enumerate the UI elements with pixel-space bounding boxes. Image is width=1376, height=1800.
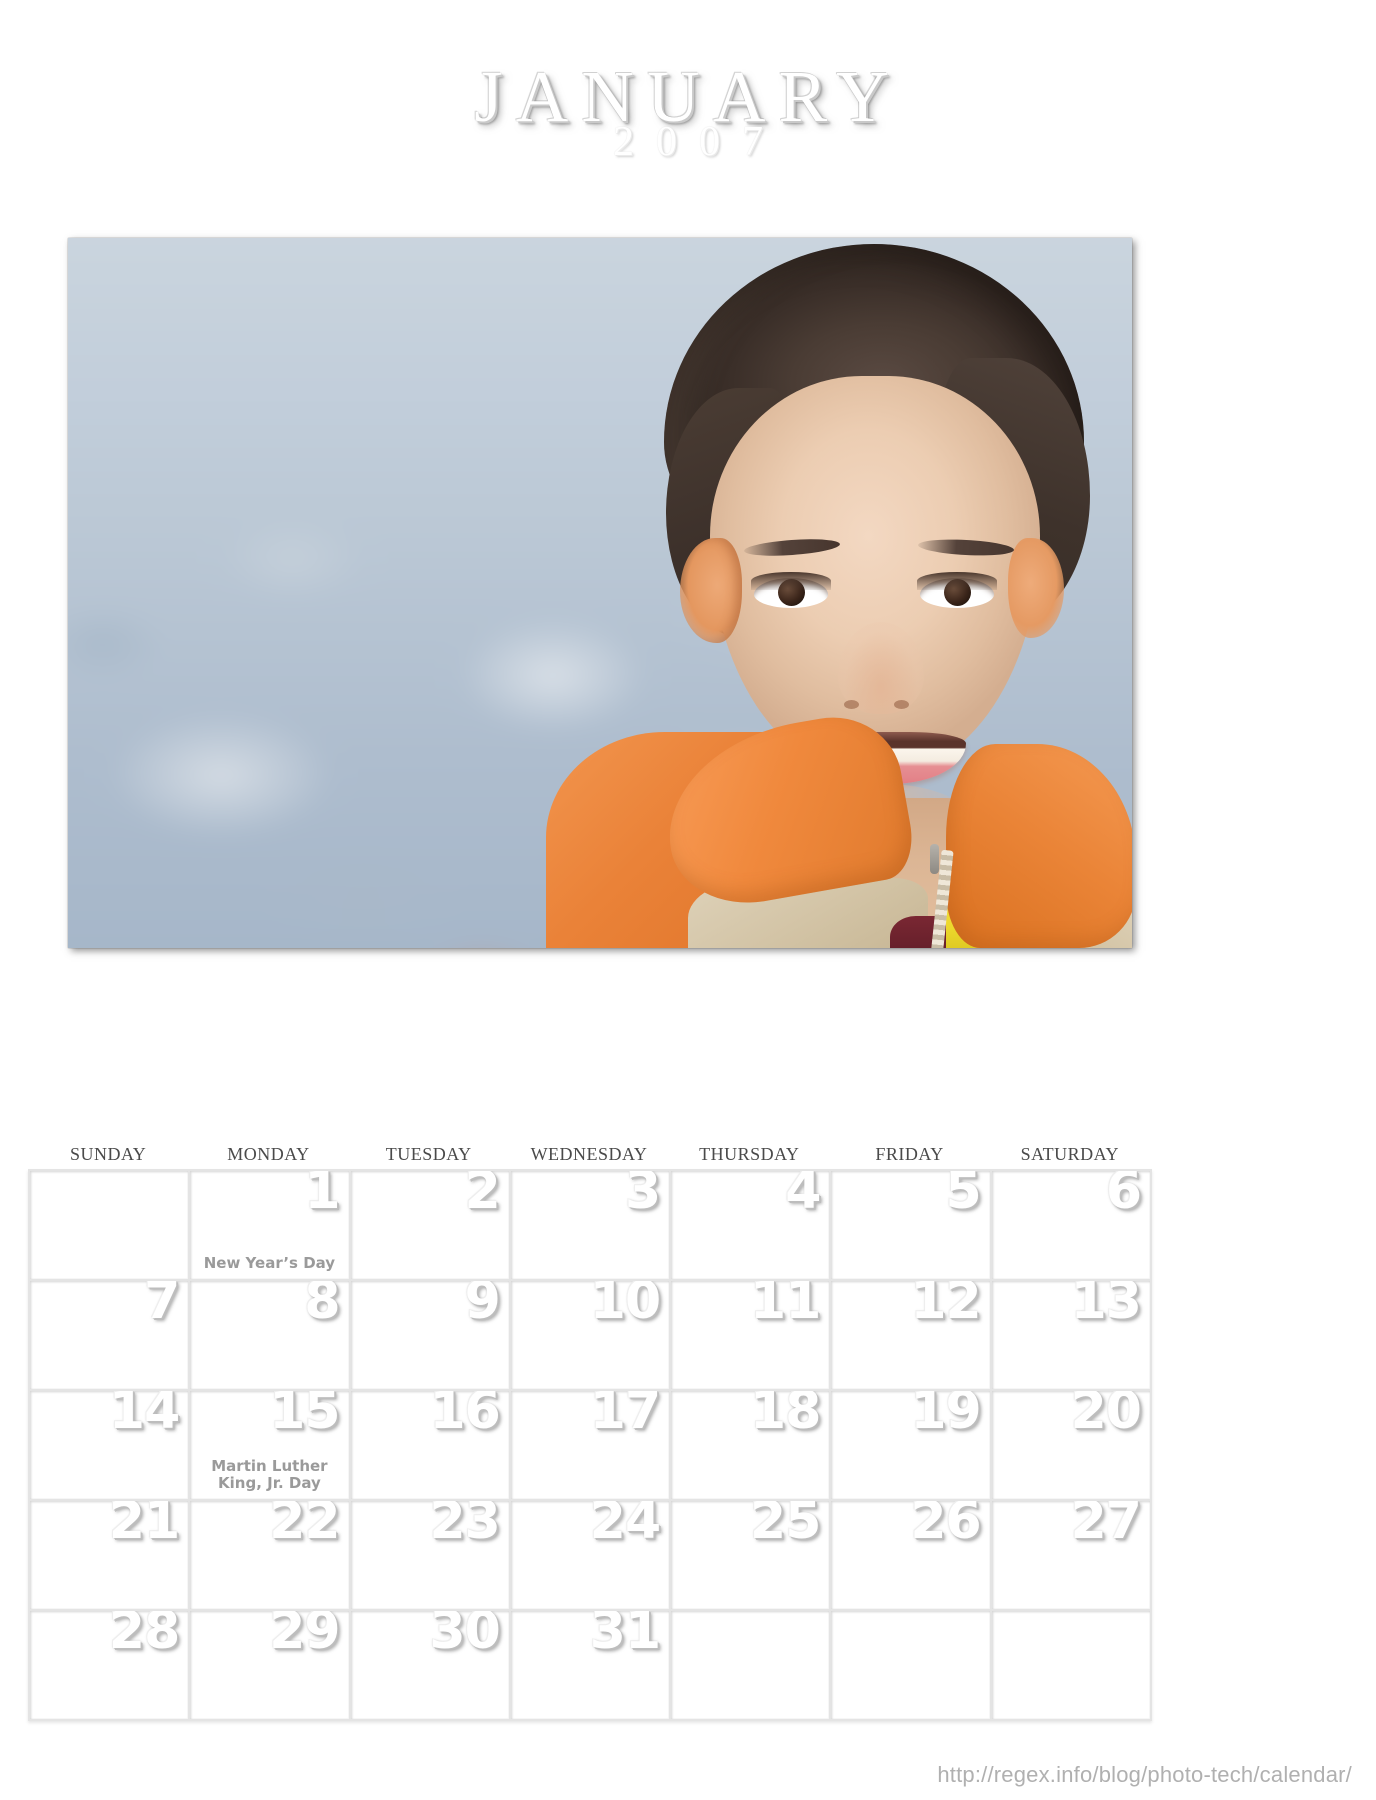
day-cell-1[interactable]: 1 New Year’s Day [190,1171,351,1281]
day-number: 23 [429,1501,500,1551]
weekday-header-saturday: Saturday [1020,1139,1119,1166]
boy-portrait [538,238,1132,948]
day-number: 26 [910,1501,981,1551]
day-cell-8[interactable]: 8 [190,1281,351,1391]
day-number: 3 [624,1171,661,1221]
day-number: 30 [429,1611,500,1661]
day-number: 9 [464,1281,501,1331]
day-number: 5 [945,1171,982,1221]
weekday-header-monday: Monday [227,1139,310,1166]
day-cell-17[interactable]: 17 [510,1391,672,1501]
day-number: 10 [589,1281,661,1331]
day-number: 24 [589,1501,661,1551]
day-cell-28[interactable]: 28 [30,1611,191,1721]
day-number: 28 [108,1611,180,1661]
eyelid-right [917,572,997,590]
day-cell-20[interactable]: 20 [991,1391,1152,1501]
nostril-left [844,700,859,709]
footer-url[interactable]: http://regex.info/blog/photo-tech/calend… [937,1762,1352,1788]
ear-left [680,538,742,643]
day-number: 17 [589,1391,661,1441]
day-cell-13[interactable]: 13 [991,1281,1152,1391]
day-number: 12 [910,1281,981,1331]
day-cell-empty [30,1171,191,1281]
eyelid-left [751,572,831,590]
calendar-grid-container: Sunday Monday Tuesday Wednesday Thursday Frid… [28,1140,1152,1721]
day-number: 1 [304,1171,340,1221]
day-cell-empty [991,1611,1152,1721]
day-number: 8 [304,1281,340,1331]
day-cell-empty [671,1611,832,1721]
day-number: 25 [750,1501,821,1551]
day-cell-9[interactable]: 9 [350,1281,511,1391]
day-cell-18[interactable]: 18 [671,1391,832,1501]
year-title: 2007 [613,119,785,166]
day-number: 29 [269,1611,340,1661]
day-number: 2 [464,1171,501,1221]
day-number: 22 [269,1501,340,1551]
day-cell-19[interactable]: 19 [831,1391,992,1501]
day-number: 13 [1070,1281,1142,1331]
holiday-label: Martin Luther King, Jr. Day [211,1456,328,1493]
day-cell-23[interactable]: 23 [350,1501,511,1611]
weekday-header-row: Sunday Monday Tuesday Wednesday Thursday Frid… [28,1140,1150,1165]
day-number: 4 [785,1171,821,1221]
day-cell-14[interactable]: 14 [30,1391,191,1501]
jacket-zipper-pull [930,844,939,874]
weekday-header-sunday: Sunday [69,1139,147,1166]
day-cell-6[interactable]: 6 [991,1171,1152,1281]
day-number: 16 [429,1391,500,1441]
calendar-photo [68,238,1132,948]
weekday-header-friday: Friday [875,1139,944,1166]
day-cell-11[interactable]: 11 [671,1281,832,1391]
day-cell-3[interactable]: 3 [510,1171,672,1281]
day-number: 6 [1105,1171,1142,1221]
day-cell-21[interactable]: 21 [30,1501,191,1611]
day-number: 27 [1070,1501,1142,1551]
photo-canvas [68,238,1132,948]
day-cell-22[interactable]: 22 [190,1501,351,1611]
calendar-header: January 2007 [0,33,1376,166]
holiday-label: New Year’s Day [203,1254,336,1273]
weekday-header-wednesday: Wednesday [530,1139,648,1166]
nostril-right [894,700,909,709]
day-cell-26[interactable]: 26 [831,1501,992,1611]
day-cell-29[interactable]: 29 [190,1611,351,1721]
day-cell-31[interactable]: 31 [510,1611,672,1721]
day-cell-7[interactable]: 7 [30,1281,191,1391]
day-cell-10[interactable]: 10 [510,1281,672,1391]
day-cell-15[interactable]: 15 Martin Luther King, Jr. Day [190,1391,351,1501]
day-cell-24[interactable]: 24 [510,1501,672,1611]
calendar-grid: 1 New Year’s Day 2 3 4 5 6 7 8 9 10 11 12 13 14 15 Marti… [28,1169,1152,1721]
day-number: 14 [108,1391,180,1441]
day-number: 31 [589,1611,661,1661]
day-cell-16[interactable]: 16 [350,1391,511,1501]
weekday-header-thursday: Thursday [699,1139,800,1166]
day-number: 18 [750,1391,821,1441]
day-number: 19 [910,1391,981,1441]
day-cell-4[interactable]: 4 [671,1171,832,1281]
day-number: 20 [1070,1391,1142,1441]
day-cell-2[interactable]: 2 [350,1171,511,1281]
day-number: 15 [269,1391,340,1441]
day-cell-empty [831,1611,992,1721]
day-cell-12[interactable]: 12 [831,1281,992,1391]
day-cell-30[interactable]: 30 [350,1611,511,1721]
jacket-collar-right [946,744,1132,948]
day-cell-27[interactable]: 27 [991,1501,1152,1611]
day-cell-25[interactable]: 25 [671,1501,832,1611]
day-number: 11 [750,1281,821,1331]
day-number: 21 [108,1501,180,1551]
weekday-header-tuesday: Tuesday [385,1139,472,1166]
day-cell-5[interactable]: 5 [831,1171,992,1281]
day-number: 7 [144,1281,180,1331]
